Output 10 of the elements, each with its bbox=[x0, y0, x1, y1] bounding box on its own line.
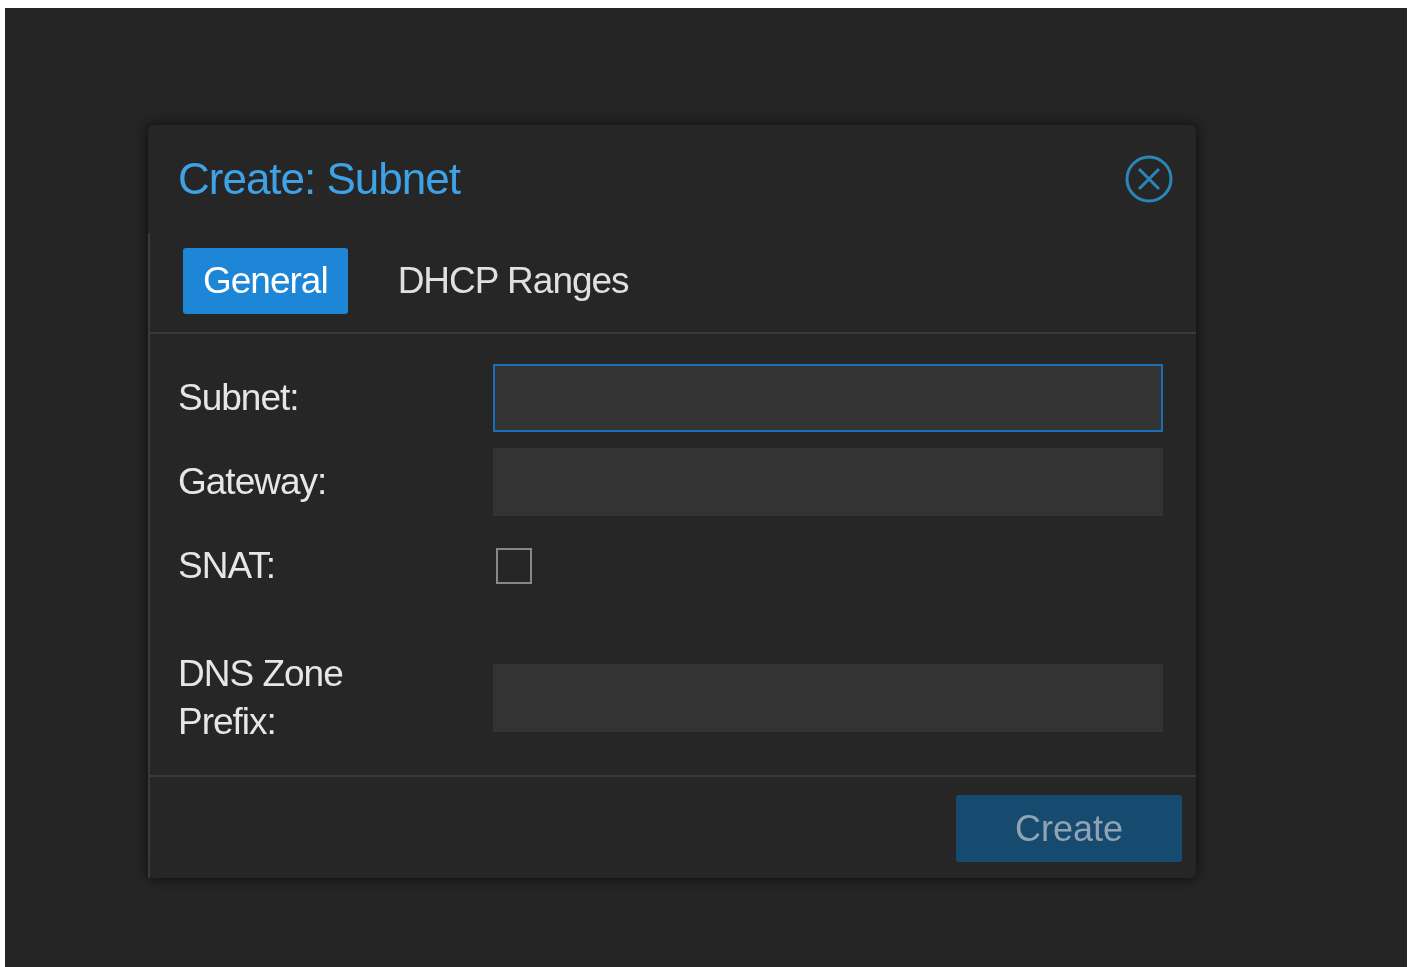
field-label: Gateway: bbox=[178, 460, 328, 504]
field-label: Subnet: bbox=[178, 376, 300, 420]
close-icon[interactable] bbox=[1124, 154, 1174, 204]
tab[interactable]: General bbox=[183, 248, 348, 314]
input-field[interactable] bbox=[493, 364, 1163, 432]
checkbox[interactable] bbox=[496, 548, 532, 584]
field-label: DNS Zone Prefix: bbox=[178, 652, 344, 744]
field-label: SNAT: bbox=[178, 544, 277, 588]
tab[interactable]: DHCP Ranges bbox=[377, 248, 649, 314]
dialog-title: Create: Subnet bbox=[178, 154, 460, 204]
